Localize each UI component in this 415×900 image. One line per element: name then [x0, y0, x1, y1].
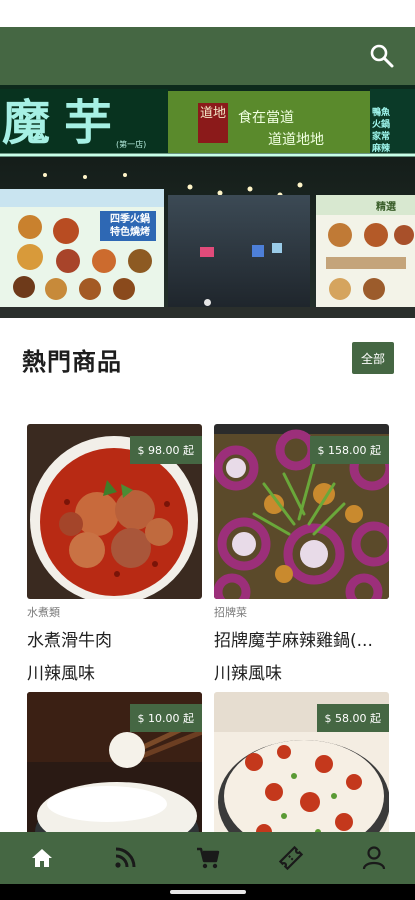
view-all-button[interactable]: 全部: [352, 342, 394, 374]
sign-mid-line-1: 食在當道: [238, 110, 294, 126]
product-category: 水煮類: [27, 606, 60, 619]
price-tag: $ 58.00 起: [316, 704, 389, 732]
sign-badge: 道地: [199, 106, 226, 121]
section-title: 熱門商品: [22, 348, 122, 376]
search-button[interactable]: [367, 41, 397, 71]
product-image: $ 98.00 起: [27, 424, 202, 599]
hero-carousel[interactable]: 魔芋 (第一店) 道地 食在當道 道道地地 鴨魚 火鍋 家常 麻辣 四季火鍋 特…: [0, 85, 415, 318]
price-tag: $ 98.00 起: [129, 436, 202, 464]
product-card[interactable]: $ 98.00 起 水煮類 水煮滑牛肉 川辣風味: [27, 424, 202, 684]
product-flavor: 川辣風味: [27, 664, 95, 684]
app-bar: [0, 27, 415, 85]
nav-feed[interactable]: [83, 832, 166, 884]
status-bar: [0, 0, 415, 27]
rss-icon: [114, 847, 135, 868]
home-icon: [31, 849, 52, 867]
sign-right-text: 鴨魚 火鍋 家常 麻辣: [372, 108, 391, 154]
product-name: 招牌魔芋麻辣雞鍋(...: [214, 631, 373, 651]
product-name: 水煮滑牛肉: [27, 631, 112, 651]
profile-icon: [362, 846, 385, 870]
banner-right-title: 精選: [376, 202, 396, 213]
search-icon: [370, 44, 394, 68]
product-category: 招牌菜: [214, 606, 247, 619]
ticket-icon: [278, 845, 303, 871]
product-flavor: 川辣風味: [214, 664, 282, 684]
home-gesture-handle[interactable]: [170, 890, 246, 894]
nav-coupon[interactable]: [249, 832, 332, 884]
price-tag: $ 10.00 起: [129, 704, 202, 732]
cart-icon: [196, 847, 219, 869]
carousel-indicator: [0, 291, 415, 310]
bottom-navigation: [0, 832, 415, 884]
sign-left-text: 魔芋: [2, 95, 127, 151]
nav-profile[interactable]: [332, 832, 415, 884]
carousel-dot-active: [204, 299, 211, 306]
banner-left-title: 四季火鍋 特色燒烤: [110, 214, 150, 238]
nav-cart[interactable]: [166, 832, 249, 884]
system-gesture-bar: [0, 884, 415, 900]
nav-home[interactable]: [0, 832, 83, 884]
sign-mid-line-2: 道道地地: [268, 132, 324, 148]
product-card[interactable]: $ 158.00 起 招牌菜 招牌魔芋麻辣雞鍋(... 川辣風味: [214, 424, 389, 684]
sign-left-small: (第一店): [116, 140, 147, 149]
product-image: $ 158.00 起: [214, 424, 389, 599]
price-tag: $ 158.00 起: [309, 436, 389, 464]
